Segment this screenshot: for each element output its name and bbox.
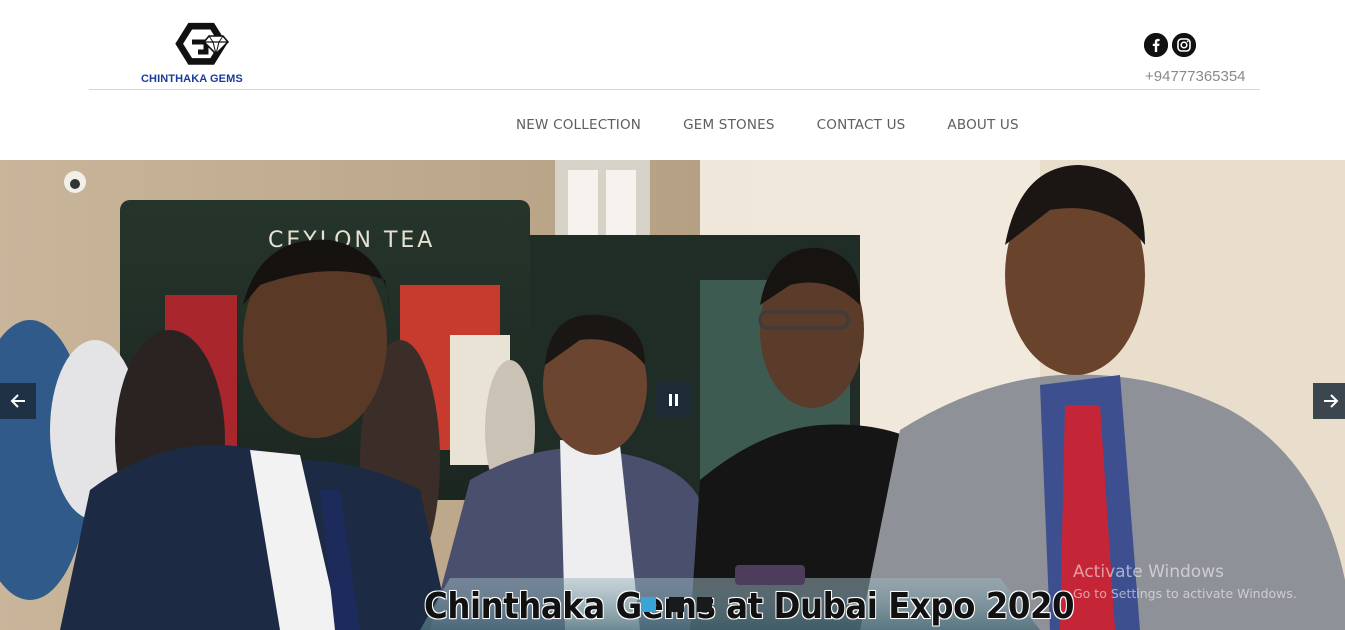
social-links: [1144, 33, 1196, 57]
nav-item-about-us[interactable]: ABOUT US: [947, 117, 1018, 133]
arrow-right-icon: [1324, 394, 1339, 408]
header-divider: [89, 89, 1260, 90]
facebook-icon[interactable]: [1144, 33, 1168, 57]
hero-slider: CEYLON TEA Chinthaka Gems at Dubai Expo …: [0, 160, 1345, 630]
site-header: CHINTHAKA GEMS +94777365354 NEW COLLECTI…: [0, 0, 1345, 160]
site-logo[interactable]: CHINTHAKA GEMS: [138, 14, 248, 88]
slide-caption: Chinthaka Gems at Dubai Expo 2020: [424, 586, 1075, 627]
slider-dot-2[interactable]: [669, 597, 684, 612]
slider-dot-3[interactable]: [697, 597, 712, 612]
slider-dot-1[interactable]: [641, 597, 656, 612]
nav-item-gem-stones[interactable]: GEM STONES: [683, 117, 775, 133]
slider-prev-button[interactable]: [0, 383, 36, 419]
instagram-icon[interactable]: [1172, 33, 1196, 57]
diamond-g-logo-icon: [175, 22, 230, 65]
pause-icon: [669, 394, 678, 406]
brand-name: CHINTHAKA GEMS: [141, 73, 243, 85]
arrow-left-icon: [10, 394, 25, 408]
watermark-title: Activate Windows: [1073, 562, 1224, 582]
slider-pause-button[interactable]: [656, 382, 692, 418]
slider-next-button[interactable]: [1313, 383, 1345, 419]
watermark-subtitle: Go to Settings to activate Windows.: [1073, 586, 1297, 601]
windows-activation-watermark: Activate Windows Go to Settings to activ…: [1073, 562, 1297, 601]
main-nav: NEW COLLECTION GEM STONES CONTACT US ABO…: [516, 117, 1019, 133]
nav-item-new-collection[interactable]: NEW COLLECTION: [516, 117, 641, 133]
nav-item-contact-us[interactable]: CONTACT US: [817, 117, 906, 133]
slider-dots: [641, 597, 712, 612]
phone-number[interactable]: +94777365354: [1145, 68, 1246, 85]
